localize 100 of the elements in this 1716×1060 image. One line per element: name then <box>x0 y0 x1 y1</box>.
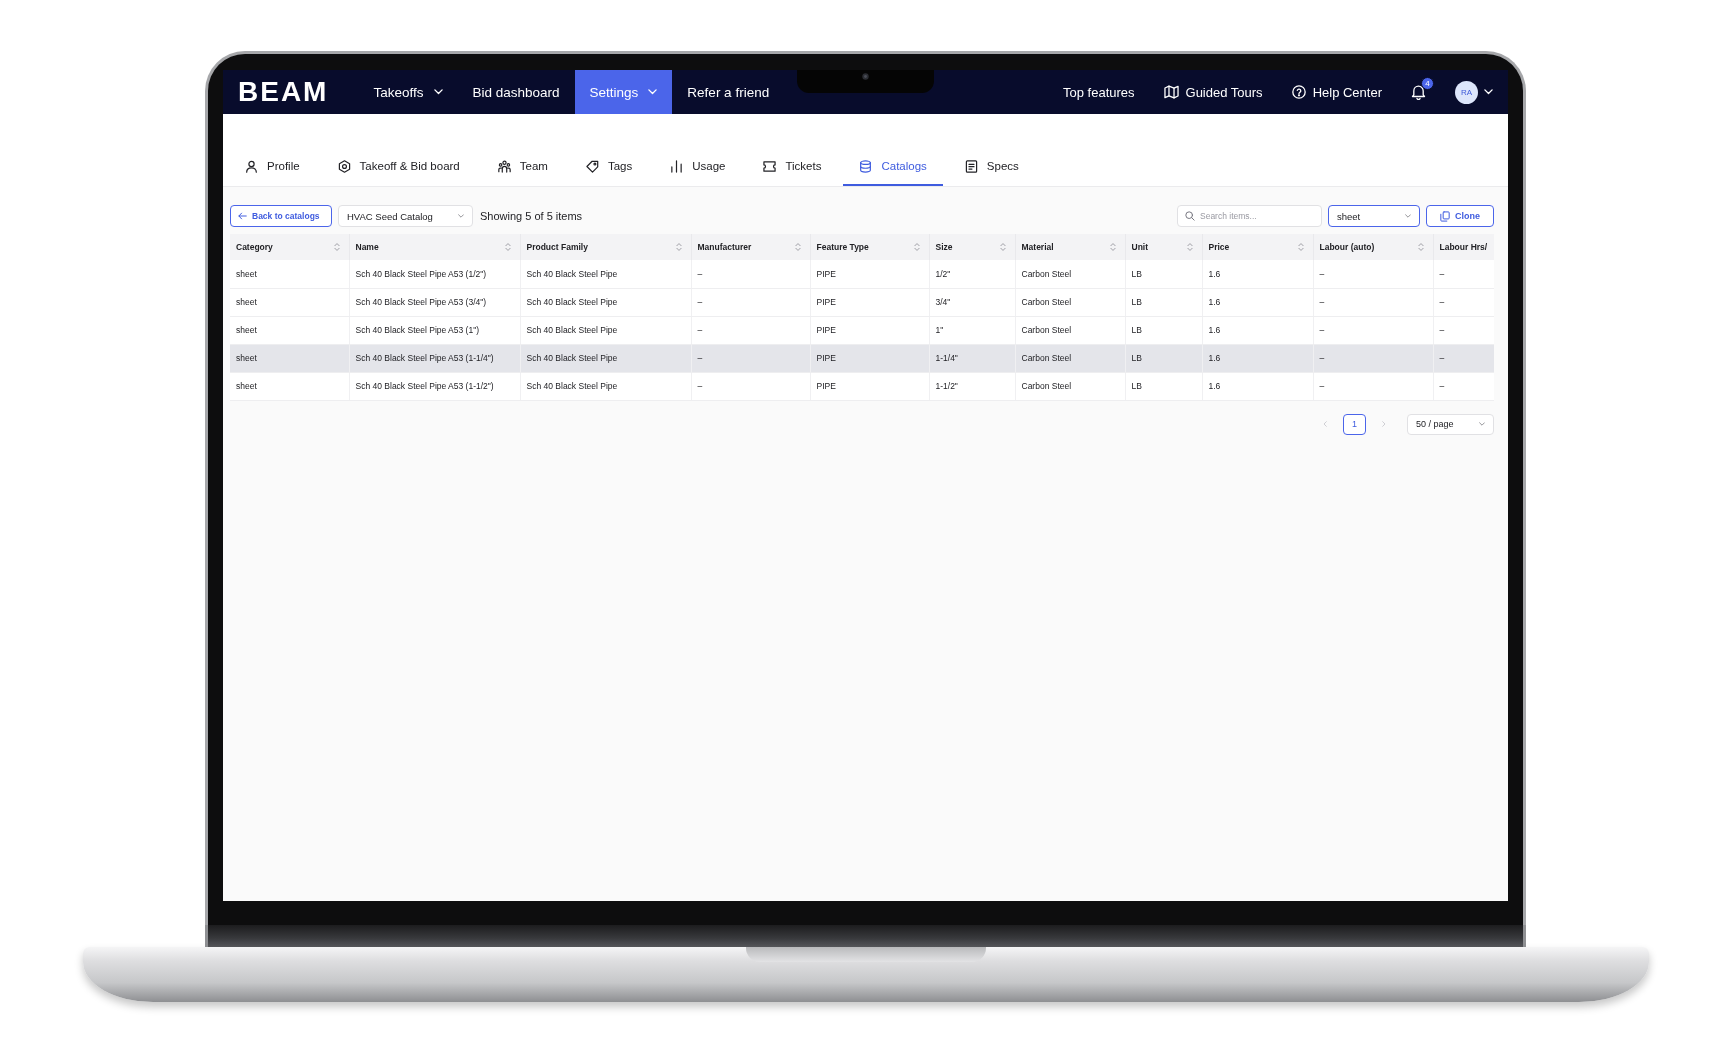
table-cell: 1-1/2" <box>929 372 1015 400</box>
table-cell: LB <box>1125 316 1202 344</box>
table-cell: PIPE <box>810 372 929 400</box>
table-cell: 1.6 <box>1202 344 1313 372</box>
table-cell: 1.6 <box>1202 260 1313 288</box>
arrow-left-icon <box>238 212 247 220</box>
table-cell: – <box>1313 372 1433 400</box>
nav-link[interactable]: Help Center <box>1291 84 1382 100</box>
column-header[interactable]: Name <box>349 234 520 260</box>
ticket-icon <box>763 159 777 173</box>
back-button[interactable]: Back to catalogs <box>230 205 332 227</box>
nav-link[interactable]: Bid dashboard <box>457 70 575 114</box>
table-cell: Sch 40 Black Steel Pipe <box>520 372 691 400</box>
column-header[interactable]: Material <box>1015 234 1125 260</box>
people-icon <box>497 159 511 173</box>
sort-icon <box>1186 242 1193 252</box>
table-cell: Sch 40 Black Steel Pipe A53 (1-1/4") <box>349 344 520 372</box>
table-row[interactable]: sheet Sch 40 Black Steel Pipe A53 (1-1/2") Sch 40 Black Steel Pipe – PIPE 1-1/2" Carbon Steel LB 1.6 – – <box>230 372 1494 400</box>
table-cell: Carbon Steel <box>1015 316 1125 344</box>
table-cell: sheet <box>230 260 349 288</box>
tab[interactable]: Takeoff & Bid board <box>321 148 476 186</box>
table-cell: LB <box>1125 288 1202 316</box>
table-cell: – <box>1313 288 1433 316</box>
table-cell: 1" <box>929 316 1015 344</box>
table-cell: – <box>1313 260 1433 288</box>
table-cell: – <box>1313 344 1433 372</box>
search-field[interactable]: Search items... <box>1177 205 1322 227</box>
sort-icon <box>504 242 511 252</box>
table-cell: 1.6 <box>1202 288 1313 316</box>
table-cell: 1.6 <box>1202 372 1313 400</box>
table-cell: PIPE <box>810 344 929 372</box>
tab[interactable]: Profile <box>229 148 316 186</box>
table-cell: 3/4" <box>929 288 1015 316</box>
table-row[interactable]: sheet Sch 40 Black Steel Pipe A53 (1") Sch 40 Black Steel Pipe – PIPE 1" Carbon Steel LB 1.6 – – <box>230 316 1494 344</box>
tab[interactable]: Specs <box>948 148 1035 186</box>
nav-menu-item[interactable]: Settings <box>574 70 673 114</box>
map-icon <box>1163 85 1179 99</box>
logo[interactable]: BEAM <box>238 70 329 114</box>
database-icon <box>859 159 873 173</box>
table-cell: Sch 40 Black Steel Pipe <box>520 260 691 288</box>
table-cell: 1.6 <box>1202 316 1313 344</box>
tab[interactable]: Catalogs <box>843 148 943 186</box>
table-cell: Sch 40 Black Steel Pipe <box>520 316 691 344</box>
table-cell: LB <box>1125 260 1202 288</box>
bell-icon[interactable] <box>1411 84 1426 100</box>
sort-icon <box>794 242 801 252</box>
tab[interactable]: Team <box>481 148 564 186</box>
column-header[interactable]: Labour (auto) <box>1313 234 1433 260</box>
nav-link[interactable]: Top features <box>1063 84 1135 100</box>
column-header[interactable]: Size <box>929 234 1015 260</box>
table-row[interactable]: sheet Sch 40 Black Steel Pipe A53 (3/4") Sch 40 Black Steel Pipe – PIPE 3/4" Carbon Steel LB 1.6 – – <box>230 288 1494 316</box>
caret-icon <box>648 89 658 95</box>
table-row[interactable]: sheet Sch 40 Black Steel Pipe A53 (1-1/4") Sch 40 Black Steel Pipe – PIPE 1-1/4" Carbon Steel LB 1.6 – – <box>230 344 1494 372</box>
table-cell: LB <box>1125 344 1202 372</box>
table-cell: – <box>691 344 810 372</box>
column-header[interactable]: Feature Type <box>810 234 929 260</box>
column-header[interactable]: Unit <box>1125 234 1202 260</box>
nav-link[interactable]: Guided Tours <box>1163 84 1263 100</box>
table-cell: Sch 40 Black Steel Pipe A53 (1-1/2") <box>349 372 520 400</box>
table-cell: 1-1/4" <box>929 344 1015 372</box>
tab[interactable]: Usage <box>654 148 742 186</box>
caret-icon <box>1484 89 1493 95</box>
sort-icon <box>1297 242 1304 252</box>
hexagon-icon <box>337 159 351 173</box>
caret-icon <box>433 89 443 95</box>
catalog-select[interactable]: HVAC Seed Catalog <box>338 205 473 227</box>
sort-icon <box>1109 242 1116 252</box>
table-cell: Carbon Steel <box>1015 372 1125 400</box>
person-icon <box>245 159 258 173</box>
table-cell: PIPE <box>810 288 929 316</box>
table-cell: – <box>1433 316 1494 344</box>
sort-icon <box>675 242 682 252</box>
column-header[interactable]: Manufacturer <box>691 234 810 260</box>
page-button[interactable]: 1 <box>1343 413 1366 435</box>
sort-icon <box>913 242 920 252</box>
nav-link[interactable]: Refer a friend <box>672 70 785 114</box>
table-cell: 1/2" <box>929 260 1015 288</box>
table-cell: LB <box>1125 372 1202 400</box>
column-header[interactable]: Category <box>230 234 349 260</box>
tab[interactable]: Tags <box>569 148 649 186</box>
table-cell: sheet <box>230 372 349 400</box>
sort-icon <box>999 242 1006 252</box>
column-header[interactable]: Product Family <box>520 234 691 260</box>
nav-menu-item[interactable]: Takeoffs <box>358 70 458 114</box>
table-cell: sheet <box>230 344 349 372</box>
category-filter-select[interactable]: sheet <box>1328 205 1420 227</box>
document-icon <box>964 159 978 173</box>
item-count: Showing 5 of 5 items <box>480 210 583 222</box>
chevron-right-icon <box>1382 421 1386 427</box>
tab[interactable]: Tickets <box>747 148 838 186</box>
page-size-select[interactable]: 50 / page <box>1407 413 1494 435</box>
clone-button[interactable]: Clone <box>1426 205 1494 227</box>
caret-icon <box>458 214 464 218</box>
column-header[interactable]: Price <box>1202 234 1313 260</box>
table-row[interactable]: sheet Sch 40 Black Steel Pipe A53 (1/2") Sch 40 Black Steel Pipe – PIPE 1/2" Carbon Steel LB 1.6 – – <box>230 260 1494 288</box>
avatar[interactable]: RA <box>1455 80 1478 104</box>
caret-icon <box>1405 214 1411 218</box>
bar-chart-icon <box>670 159 684 173</box>
table-cell: Sch 40 Black Steel Pipe <box>520 288 691 316</box>
help-icon <box>1291 85 1306 99</box>
